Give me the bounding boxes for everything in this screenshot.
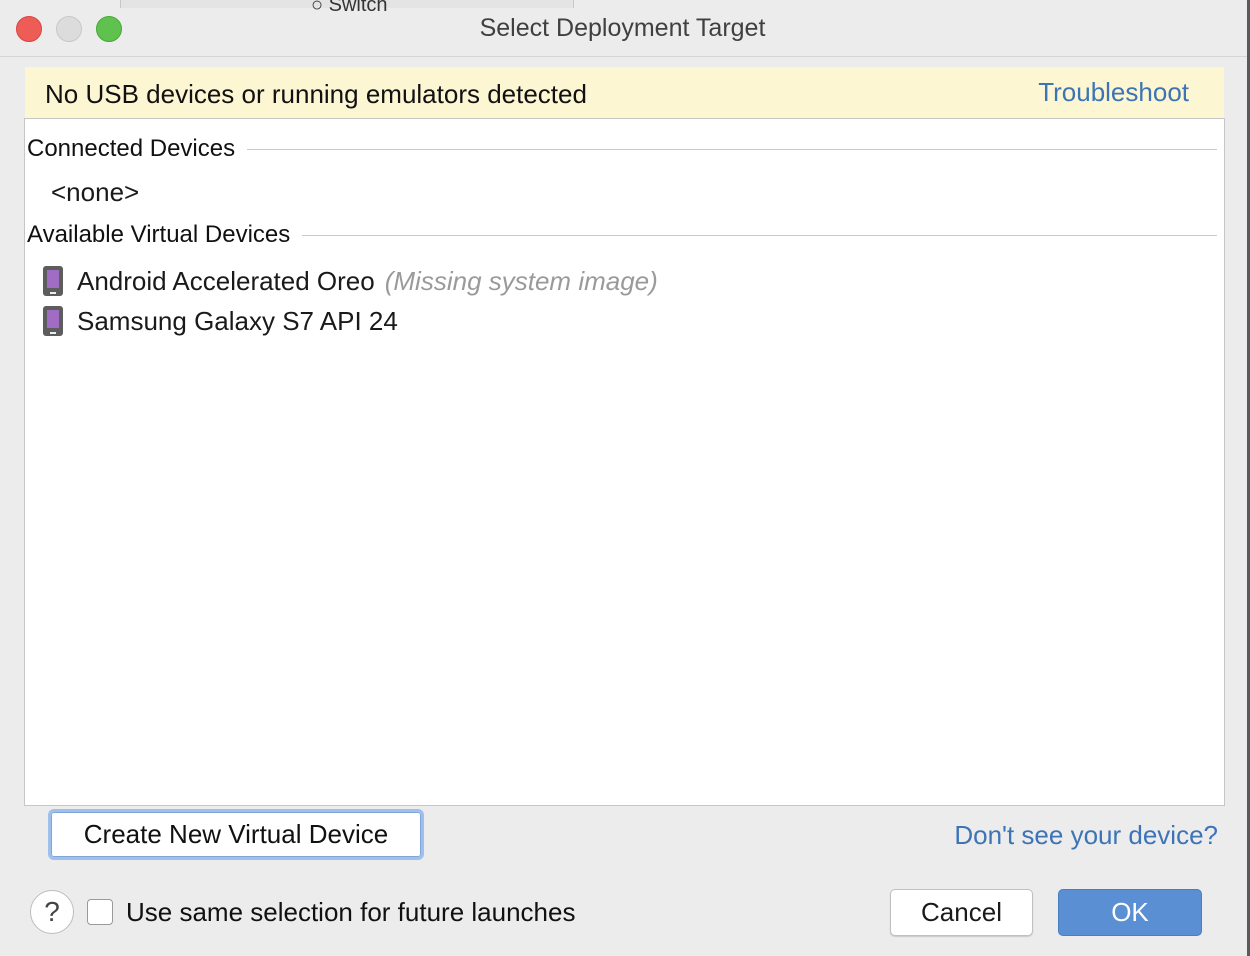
background-window-strip: ○ Switch [120, 0, 574, 16]
connected-devices-header: Connected Devices [27, 135, 1217, 163]
help-icon[interactable]: ? [30, 890, 74, 934]
device-name: Samsung Galaxy S7 API 24 [77, 305, 398, 336]
device-status-note: (Missing system image) [384, 265, 658, 296]
window-title: Select Deployment Target [479, 14, 766, 42]
section-divider [302, 234, 1217, 236]
device-item-samsung-galaxy-s7[interactable]: Samsung Galaxy S7 API 24 [43, 302, 398, 340]
virtual-devices-heading: Available Virtual Devices [27, 221, 291, 248]
phone-icon [43, 266, 63, 296]
device-name: Android Accelerated Oreo [77, 265, 375, 296]
warning-banner: No USB devices or running emulators dete… [25, 67, 1224, 119]
create-virtual-device-button[interactable]: Create New Virtual Device [48, 809, 424, 860]
device-list[interactable]: Connected Devices <none> Available Virtu… [24, 118, 1225, 806]
section-divider [247, 148, 1217, 150]
same-selection-checkbox[interactable] [87, 899, 113, 925]
cancel-button[interactable]: Cancel [890, 889, 1033, 936]
connected-devices-heading: Connected Devices [27, 135, 236, 162]
virtual-devices-header: Available Virtual Devices [27, 221, 1217, 249]
no-connected-devices-label: <none> [51, 177, 140, 207]
device-item-android-accelerated-oreo[interactable]: Android Accelerated Oreo (Missing system… [43, 262, 658, 300]
title-bar: ○ Switch Select Deployment Target [0, 0, 1250, 57]
dont-see-device-link[interactable]: Don't see your device? [954, 820, 1218, 851]
phone-icon [43, 306, 63, 336]
banner-message: No USB devices or running emulators dete… [45, 79, 587, 109]
ok-button[interactable]: OK [1058, 889, 1202, 936]
troubleshoot-link[interactable]: Troubleshoot [1038, 77, 1189, 108]
same-selection-label[interactable]: Use same selection for future launches [126, 897, 575, 928]
